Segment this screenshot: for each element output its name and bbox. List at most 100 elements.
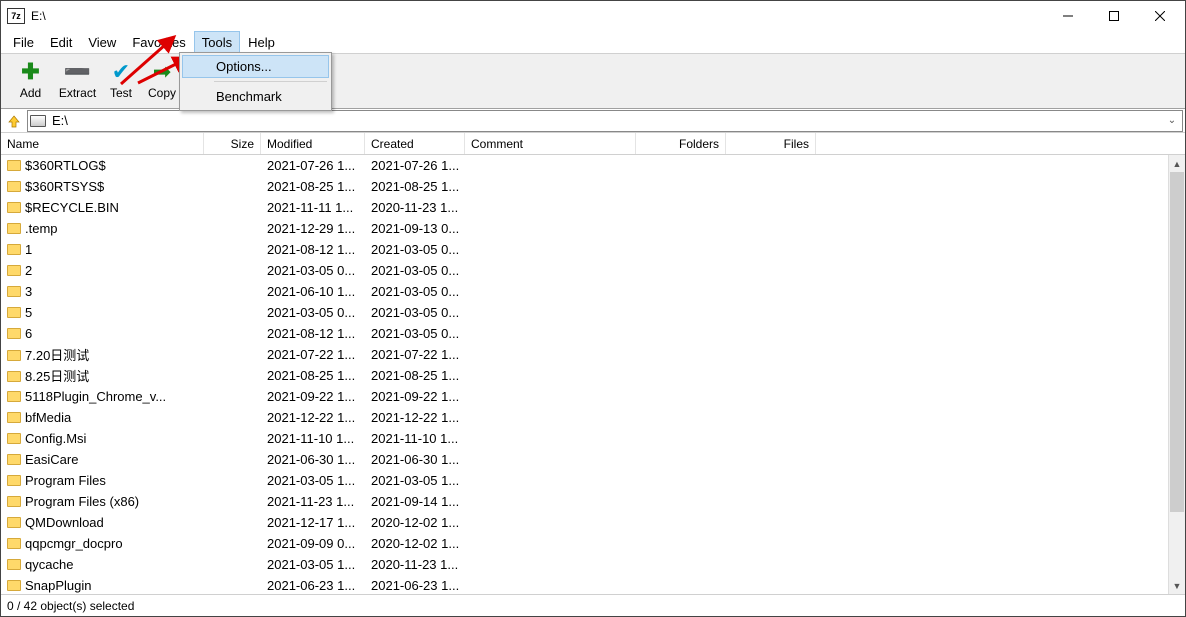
file-created: 2021-03-05 0... xyxy=(365,263,465,278)
folder-icon xyxy=(7,328,21,339)
file-name: Config.Msi xyxy=(25,431,86,446)
file-modified: 2021-03-05 1... xyxy=(261,557,365,572)
col-files[interactable]: Files xyxy=(726,133,816,154)
folder-icon xyxy=(7,307,21,318)
table-row[interactable]: Program Files2021-03-05 1...2021-03-05 1… xyxy=(1,470,1168,491)
address-combo[interactable]: E:\ ⌄ xyxy=(27,110,1183,132)
folder-icon xyxy=(7,559,21,570)
folder-icon xyxy=(7,244,21,255)
table-row[interactable]: SnapPlugin2021-06-23 1...2021-06-23 1... xyxy=(1,575,1168,594)
table-row[interactable]: Program Files (x86)2021-11-23 1...2021-0… xyxy=(1,491,1168,512)
file-created: 2021-12-22 1... xyxy=(365,410,465,425)
menu-view[interactable]: View xyxy=(80,31,124,53)
file-name: 3 xyxy=(25,284,32,299)
col-folders[interactable]: Folders xyxy=(636,133,726,154)
menu-favorites[interactable]: Favorites xyxy=(124,31,193,53)
table-row[interactable]: $RECYCLE.BIN2021-11-11 1...2020-11-23 1.… xyxy=(1,197,1168,218)
menu-file[interactable]: File xyxy=(5,31,42,53)
folder-icon xyxy=(7,538,21,549)
extract-button[interactable]: ➖ Extract xyxy=(54,56,101,106)
file-name: qycache xyxy=(25,557,73,572)
menu-edit[interactable]: Edit xyxy=(42,31,80,53)
table-row[interactable]: 52021-03-05 0...2021-03-05 0... xyxy=(1,302,1168,323)
table-row[interactable]: 5118Plugin_Chrome_v...2021-09-22 1...202… xyxy=(1,386,1168,407)
file-created: 2021-03-05 0... xyxy=(365,326,465,341)
file-name: .temp xyxy=(25,221,58,236)
menu-help[interactable]: Help xyxy=(240,31,283,53)
up-button[interactable] xyxy=(3,110,25,132)
col-size[interactable]: Size xyxy=(204,133,261,154)
table-row[interactable]: qycache2021-03-05 1...2020-11-23 1... xyxy=(1,554,1168,575)
col-created[interactable]: Created xyxy=(365,133,465,154)
scroll-down-button[interactable]: ▼ xyxy=(1169,577,1185,594)
file-modified: 2021-03-05 0... xyxy=(261,305,365,320)
minimize-icon xyxy=(1063,11,1073,21)
file-name: 6 xyxy=(25,326,32,341)
maximize-button[interactable] xyxy=(1091,1,1137,31)
file-created: 2021-06-23 1... xyxy=(365,578,465,593)
folder-icon xyxy=(7,391,21,402)
folder-icon xyxy=(7,475,21,486)
file-modified: 2021-12-29 1... xyxy=(261,221,365,236)
table-row[interactable]: EasiCare2021-06-30 1...2021-06-30 1... xyxy=(1,449,1168,470)
col-comment[interactable]: Comment xyxy=(465,133,636,154)
file-modified: 2021-11-10 1... xyxy=(261,431,365,446)
folder-icon xyxy=(7,265,21,276)
file-list[interactable]: $360RTLOG$2021-07-26 1...2021-07-26 1...… xyxy=(1,155,1168,594)
file-name: qqpcmgr_docpro xyxy=(25,536,123,551)
folder-icon xyxy=(7,517,21,528)
table-row[interactable]: $360RTLOG$2021-07-26 1...2021-07-26 1... xyxy=(1,155,1168,176)
menu-benchmark[interactable]: Benchmark xyxy=(182,85,329,108)
file-name: EasiCare xyxy=(25,452,78,467)
file-modified: 2021-08-12 1... xyxy=(261,326,365,341)
file-name: 2 xyxy=(25,263,32,278)
status-text: 0 / 42 object(s) selected xyxy=(7,599,134,613)
menubar: File Edit View Favorites Tools Help xyxy=(1,31,1185,53)
folder-icon xyxy=(7,412,21,423)
folder-icon xyxy=(7,350,21,361)
file-created: 2021-07-26 1... xyxy=(365,158,465,173)
add-button[interactable]: ✚ Add xyxy=(7,56,54,106)
folder-icon xyxy=(7,454,21,465)
table-row[interactable]: 8.25日测试2021-08-25 1...2021-08-25 1... xyxy=(1,365,1168,386)
menu-options[interactable]: Options... xyxy=(182,55,329,78)
table-row[interactable]: bfMedia2021-12-22 1...2021-12-22 1... xyxy=(1,407,1168,428)
tools-dropdown: Options... Benchmark xyxy=(179,52,332,111)
file-name: 5 xyxy=(25,305,32,320)
scroll-up-button[interactable]: ▲ xyxy=(1169,155,1185,172)
folder-icon xyxy=(7,160,21,171)
minimize-button[interactable] xyxy=(1045,1,1091,31)
copy-button[interactable]: ➡ Copy xyxy=(141,56,183,106)
table-row[interactable]: qqpcmgr_docpro2021-09-09 0...2020-12-02 … xyxy=(1,533,1168,554)
table-row[interactable]: 12021-08-12 1...2021-03-05 0... xyxy=(1,239,1168,260)
file-name: 7.20日测试 xyxy=(25,348,89,363)
table-row[interactable]: Config.Msi2021-11-10 1...2021-11-10 1... xyxy=(1,428,1168,449)
file-modified: 2021-03-05 1... xyxy=(261,473,365,488)
close-button[interactable] xyxy=(1137,1,1183,31)
file-modified: 2021-06-23 1... xyxy=(261,578,365,593)
test-button[interactable]: ✔ Test xyxy=(101,56,141,106)
test-icon: ✔ xyxy=(112,58,130,86)
table-row[interactable]: QMDownload2021-12-17 1...2020-12-02 1... xyxy=(1,512,1168,533)
table-row[interactable]: 32021-06-10 1...2021-03-05 0... xyxy=(1,281,1168,302)
scroll-thumb[interactable] xyxy=(1170,172,1184,512)
file-modified: 2021-09-09 0... xyxy=(261,536,365,551)
file-created: 2021-03-05 0... xyxy=(365,284,465,299)
table-row[interactable]: 6 2021-08-12 1...2021-03-05 0... xyxy=(1,323,1168,344)
table-row[interactable]: $360RTSYS$2021-08-25 1...2021-08-25 1... xyxy=(1,176,1168,197)
table-row[interactable]: .temp 2021-12-29 1...2021-09-13 0... xyxy=(1,218,1168,239)
col-modified[interactable]: Modified xyxy=(261,133,365,154)
vertical-scrollbar[interactable]: ▲ ▼ xyxy=(1168,155,1185,594)
file-modified: 2021-06-30 1... xyxy=(261,452,365,467)
menu-tools[interactable]: Tools xyxy=(194,31,240,53)
titlebar: 7z E:\ xyxy=(1,1,1185,31)
table-row[interactable]: 22021-03-05 0...2021-03-05 0... xyxy=(1,260,1168,281)
chevron-down-icon[interactable]: ⌄ xyxy=(1164,115,1180,126)
col-name[interactable]: Name xyxy=(1,133,204,154)
file-created: 2020-11-23 1... xyxy=(365,200,465,215)
folder-icon xyxy=(7,371,21,382)
file-created: 2021-09-13 0... xyxy=(365,221,465,236)
file-created: 2021-08-25 1... xyxy=(365,179,465,194)
file-name: Program Files xyxy=(25,473,106,488)
table-row[interactable]: 7.20日测试2021-07-22 1...2021-07-22 1... xyxy=(1,344,1168,365)
